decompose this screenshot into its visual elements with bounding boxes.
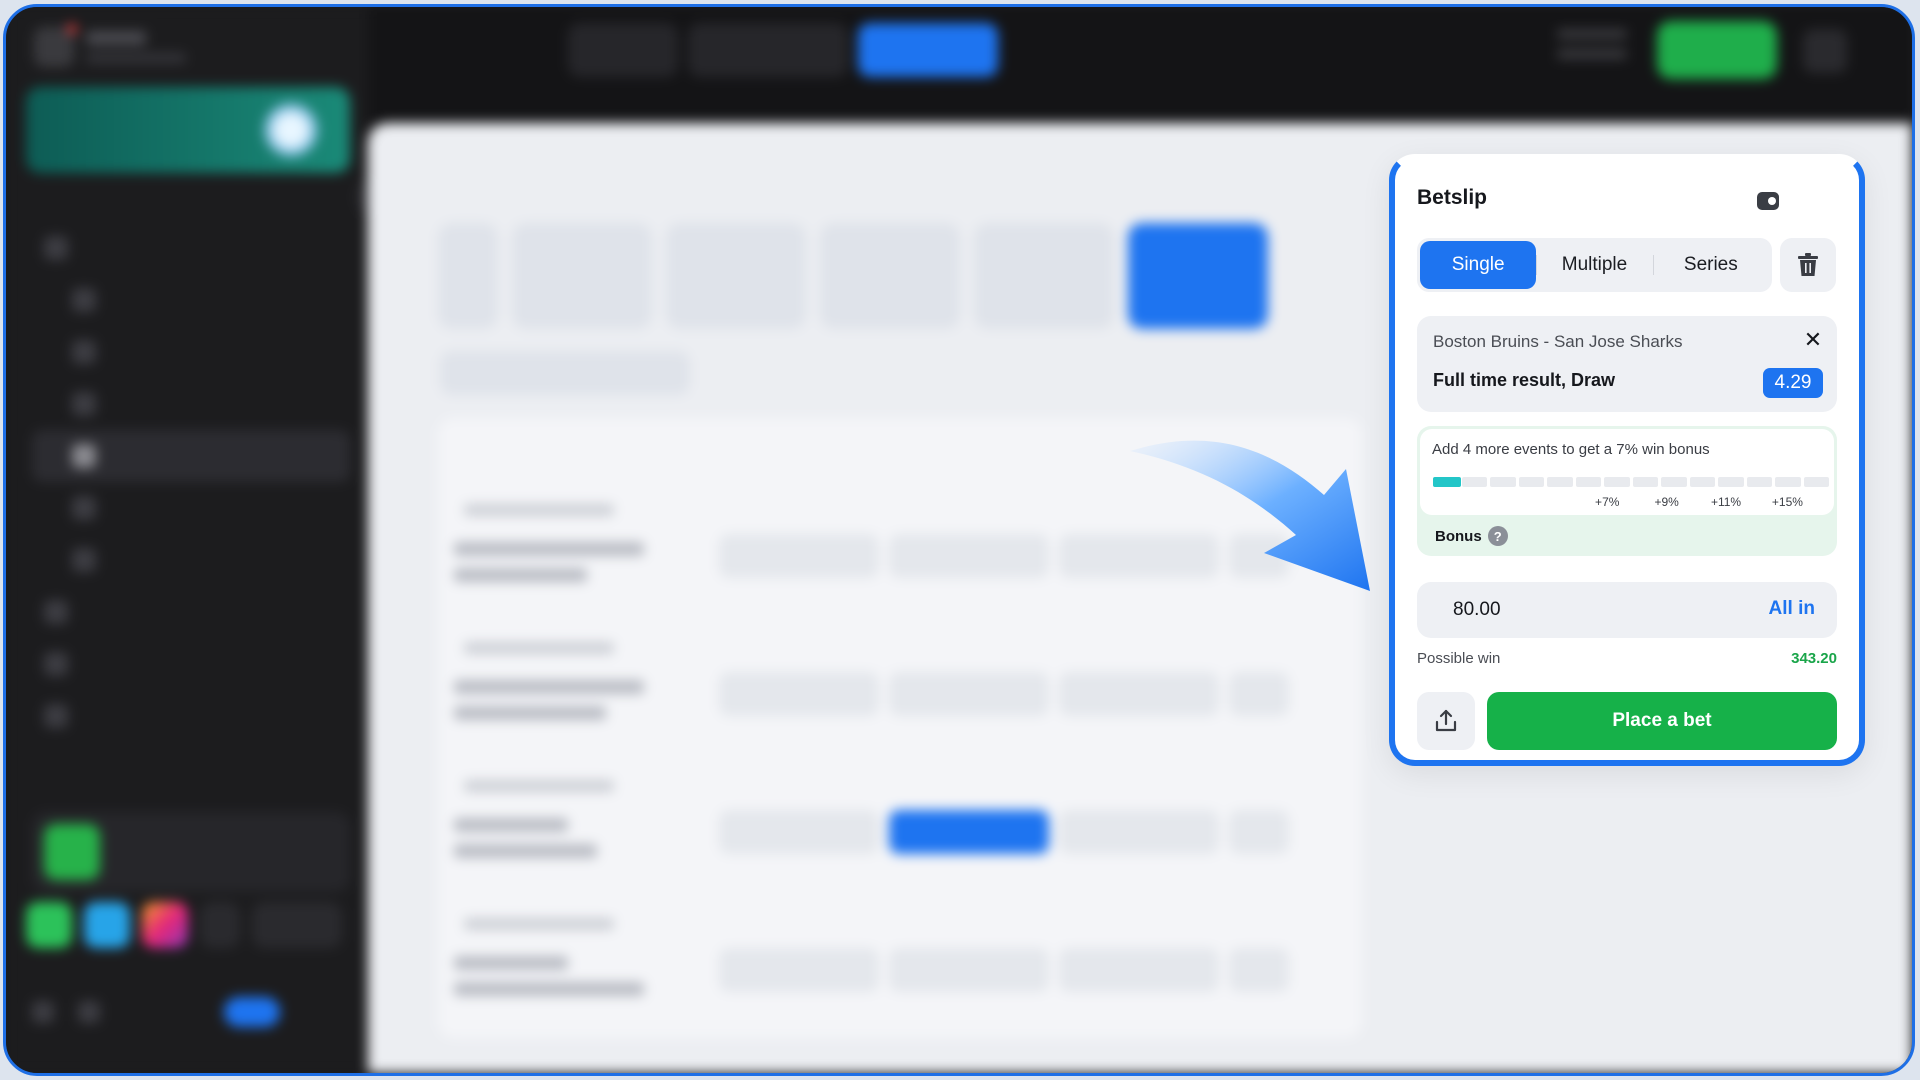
bonus-progress-fill bbox=[1433, 477, 1461, 487]
user-info bbox=[86, 31, 186, 63]
stake-field: All in bbox=[1417, 582, 1837, 638]
close-icon[interactable]: ✕ bbox=[1801, 328, 1825, 352]
notification-icon bbox=[1803, 29, 1847, 73]
sidebar-nav bbox=[32, 222, 350, 742]
possible-win-row: Possible win 343.20 bbox=[1417, 650, 1837, 667]
support-card bbox=[32, 812, 350, 892]
deposit-button bbox=[1657, 21, 1777, 79]
bonus-progress-track bbox=[1433, 477, 1829, 487]
sport-cards bbox=[438, 223, 1268, 329]
help-icon[interactable]: ? bbox=[1487, 526, 1508, 546]
event-market: Full time result, Draw bbox=[1433, 370, 1616, 390]
stake-input[interactable] bbox=[1453, 592, 1653, 628]
sidebar-item bbox=[32, 534, 350, 586]
event-match: Boston Bruins - San Jose Sharks bbox=[1433, 332, 1683, 351]
event-row bbox=[454, 636, 1344, 736]
betslip-title: Betslip bbox=[1417, 186, 1488, 209]
promo-art bbox=[246, 93, 336, 167]
tab-single[interactable]: Single bbox=[1420, 241, 1537, 289]
events-list bbox=[438, 418, 1362, 1038]
betslip-panel: Betslip Single Multiple Series Boston Br… bbox=[1389, 154, 1865, 766]
tab-multiple[interactable]: Multiple bbox=[1536, 241, 1652, 289]
selected-event-card: Boston Bruins - San Jose Sharks Full tim… bbox=[1417, 316, 1837, 412]
bonus-step: +11% bbox=[1710, 495, 1742, 509]
tab-series[interactable]: Series bbox=[1652, 241, 1769, 289]
sidebar-item bbox=[32, 586, 350, 638]
bonus-progress-card: Add 4 more events to get a 7% win bonus … bbox=[1417, 426, 1837, 556]
top-nav bbox=[568, 23, 998, 77]
bonus-label-text: Bonus bbox=[1435, 527, 1482, 545]
sidebar-item bbox=[32, 378, 350, 430]
sidebar-item bbox=[32, 274, 350, 326]
event-coefficient: 4.29 bbox=[1763, 368, 1823, 398]
all-in-button[interactable]: All in bbox=[1769, 598, 1815, 620]
bonus-progress-inner: Add 4 more events to get a 7% win bonus … bbox=[1420, 429, 1834, 515]
sidebar bbox=[6, 7, 396, 1073]
bonus-label: Bonus ? bbox=[1435, 526, 1508, 546]
sidebar-item-active bbox=[32, 430, 350, 482]
sidebar-item bbox=[32, 222, 350, 274]
top-bar: ​ bbox=[368, 7, 1912, 123]
event-row bbox=[454, 498, 1344, 598]
bonus-message: Add 4 more events to get a 7% win bonus bbox=[1432, 441, 1710, 458]
bet-type-tabs: Single Multiple Series bbox=[1417, 238, 1772, 292]
bonus-step: +7% bbox=[1595, 495, 1620, 509]
possible-win-value: 343.20 bbox=[1791, 650, 1837, 667]
bonus-steps: +7% +9% +11% +15% bbox=[1433, 495, 1829, 509]
clear-betslip-button[interactable] bbox=[1780, 238, 1836, 292]
trash-icon bbox=[1798, 253, 1818, 276]
sidebar-item bbox=[32, 690, 350, 742]
event-row bbox=[454, 774, 1344, 874]
promo-banner bbox=[26, 87, 350, 173]
sidebar-item bbox=[32, 482, 350, 534]
toggle-icon[interactable] bbox=[1757, 192, 1779, 210]
sidebar-item bbox=[32, 638, 350, 690]
share-icon bbox=[1435, 709, 1457, 732]
balance bbox=[1557, 29, 1627, 73]
app-window: ​ bbox=[3, 4, 1915, 1076]
social-links bbox=[26, 902, 342, 948]
bonus-step: +9% bbox=[1654, 495, 1679, 509]
place-bet-button[interactable]: Place a bet bbox=[1487, 692, 1837, 750]
share-button[interactable] bbox=[1417, 692, 1475, 750]
sidebar-item bbox=[32, 326, 350, 378]
user-profile bbox=[34, 24, 186, 67]
support-row bbox=[32, 997, 280, 1027]
bonus-step: +15% bbox=[1771, 495, 1803, 509]
possible-win-label: Possible win bbox=[1417, 650, 1501, 667]
event-row bbox=[454, 912, 1344, 1012]
tournament-filter bbox=[440, 351, 690, 395]
avatar bbox=[34, 24, 77, 67]
